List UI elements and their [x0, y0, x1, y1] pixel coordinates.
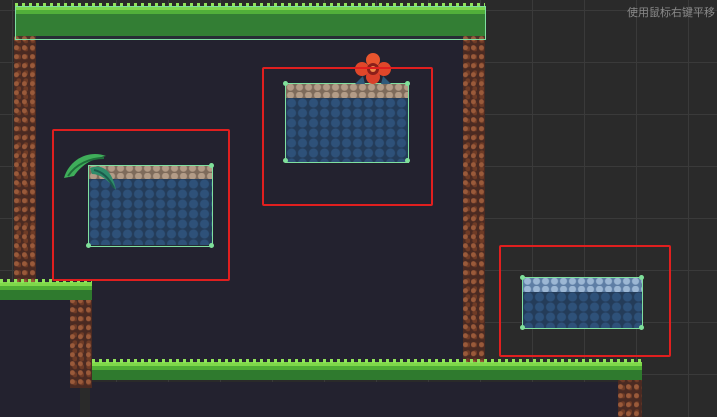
- left-ledge-grass: [0, 279, 92, 300]
- floor-grass: [92, 359, 642, 380]
- cave-lower-left: [0, 300, 80, 417]
- scene-viewport[interactable]: 使用鼠标右键平移: [0, 0, 717, 417]
- pan-hint-text: 使用鼠标右键平移: [627, 6, 715, 19]
- left-rock-wall: [14, 36, 36, 286]
- selection-box-right-platform[interactable]: [499, 245, 671, 357]
- ledge-rock-wall: [70, 298, 92, 388]
- selection-box-middle-platform[interactable]: [262, 67, 433, 206]
- floor-right-rock: [618, 375, 642, 417]
- selection-box-left-platform[interactable]: [52, 129, 230, 281]
- top-grass-collider[interactable]: [15, 6, 486, 40]
- cave-floor-underside: [90, 382, 640, 417]
- right-rock-wall: [463, 36, 485, 366]
